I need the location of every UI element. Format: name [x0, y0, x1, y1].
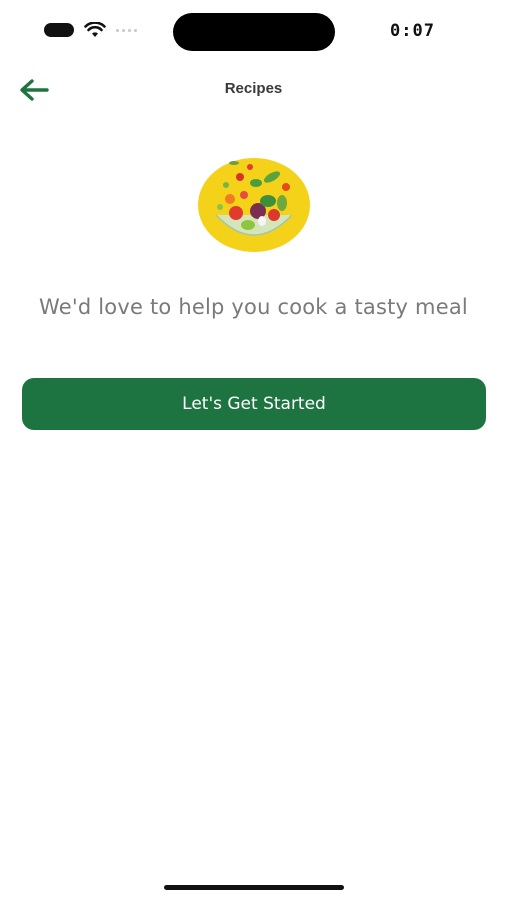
signal-dots-icon — [116, 28, 137, 32]
header: Recipes — [0, 68, 507, 112]
welcome-tagline: We'd love to help you cook a tasty meal — [39, 295, 468, 319]
dynamic-island — [173, 13, 335, 51]
get-started-button[interactable]: Let's Get Started — [22, 378, 486, 430]
recipes-screen: 0:07 Recipes We'd love to help you cook … — [0, 0, 507, 900]
page-title: Recipes — [224, 80, 283, 97]
status-time: 0:07 — [390, 21, 435, 41]
status-icons — [44, 22, 137, 38]
wifi-icon — [84, 22, 106, 38]
salad-bowl-illustration — [196, 155, 312, 255]
battery-icon — [44, 23, 74, 37]
home-indicator[interactable] — [164, 885, 344, 890]
status-bar: 0:07 — [0, 0, 507, 64]
